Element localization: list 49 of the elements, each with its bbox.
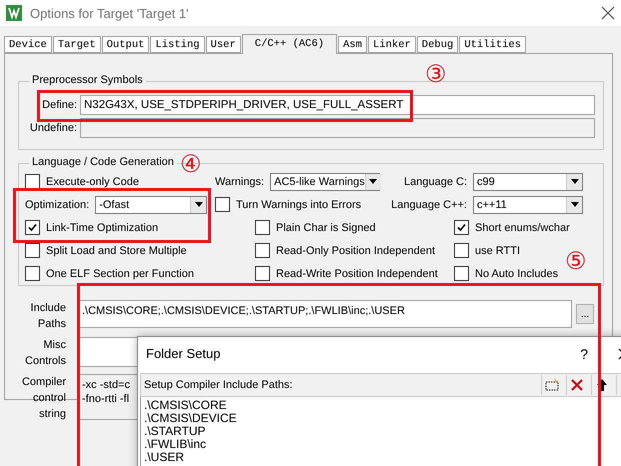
help-button[interactable]: ? [580, 346, 608, 362]
tab[interactable]: Device [4, 36, 52, 53]
dropdown[interactable]: AC5-like Warnings [270, 172, 380, 190]
list-item[interactable]: .\USER [144, 451, 621, 464]
list-item[interactable]: .\STARTUP [144, 425, 621, 438]
window-title: Options for Target 'Target 1' [30, 6, 190, 20]
tab[interactable]: Asm [338, 36, 367, 53]
checkbox-label: use RTTI [475, 244, 520, 256]
annotation-number: ④ [180, 153, 202, 177]
select-label: Language C: [404, 176, 467, 188]
tab[interactable]: Output [102, 36, 150, 53]
checkbox-label: Split Load and Store Multiple [46, 244, 187, 256]
tab[interactable]: C/C++ (AC6) [242, 34, 338, 54]
select-label: Language C++: [391, 198, 467, 210]
tab[interactable]: Linker [368, 36, 416, 53]
dialog-title: Folder Setup [146, 346, 222, 361]
checkbox-label: Execute-only Code [46, 176, 139, 188]
field-label: Undefine: [28, 120, 77, 136]
checkbox-label: Read-Only Position Independent [276, 244, 435, 256]
annotation-number: ⑤ [565, 250, 587, 274]
select-label: Warnings: [215, 176, 264, 188]
select-label: Optimization: [25, 198, 90, 210]
browse-button[interactable]: ... [576, 304, 594, 324]
field-label: Misc Controls [24, 338, 66, 369]
tab[interactable]: Target [52, 36, 101, 53]
checkbox-label: One ELF Section per Function [46, 268, 194, 280]
checkbox-label: Short enums/wchar [475, 222, 570, 234]
checkbox-label: Plain Char is Signed [276, 222, 376, 234]
checkbox-label: Read-Write Position Independent [276, 268, 438, 280]
dropdown[interactable]: c++11 [473, 196, 583, 214]
input-field[interactable]: N32G43X, USE_STDPERIPH_DRIVER, USE_FULL_ASSERT [80, 95, 595, 115]
list-item[interactable]: .\FWLIB\inc [144, 438, 621, 451]
list-heading: Setup Compiler Include Paths: [144, 379, 294, 391]
annotation-number: ③ [425, 63, 447, 87]
tab[interactable]: Debug [416, 36, 458, 53]
input-field[interactable]: .\CMSIS\CORE;.\CMSIS\DEVICE;.\STARTUP;.\FWLIB\inc;.\USER [78, 300, 572, 328]
checkbox-label: Link-Time Optimization [46, 222, 158, 234]
checkbox-label: No Auto Includes [475, 268, 558, 280]
tab[interactable]: User [206, 36, 241, 53]
dropdown[interactable]: -Ofast [95, 196, 208, 214]
tab[interactable]: Utilities [459, 36, 526, 53]
field-label: Include Paths [30, 301, 66, 332]
group-title: Language / Code Generation [29, 156, 177, 168]
field-label: Compiler control string [20, 375, 66, 422]
checkbox-label: Turn Warnings into Errors [236, 198, 362, 210]
dropdown[interactable]: c99 [473, 172, 583, 190]
field-label: Define: [41, 98, 77, 112]
tab[interactable]: Listing [150, 36, 205, 53]
group-title: Preprocessor Symbols [29, 74, 146, 86]
